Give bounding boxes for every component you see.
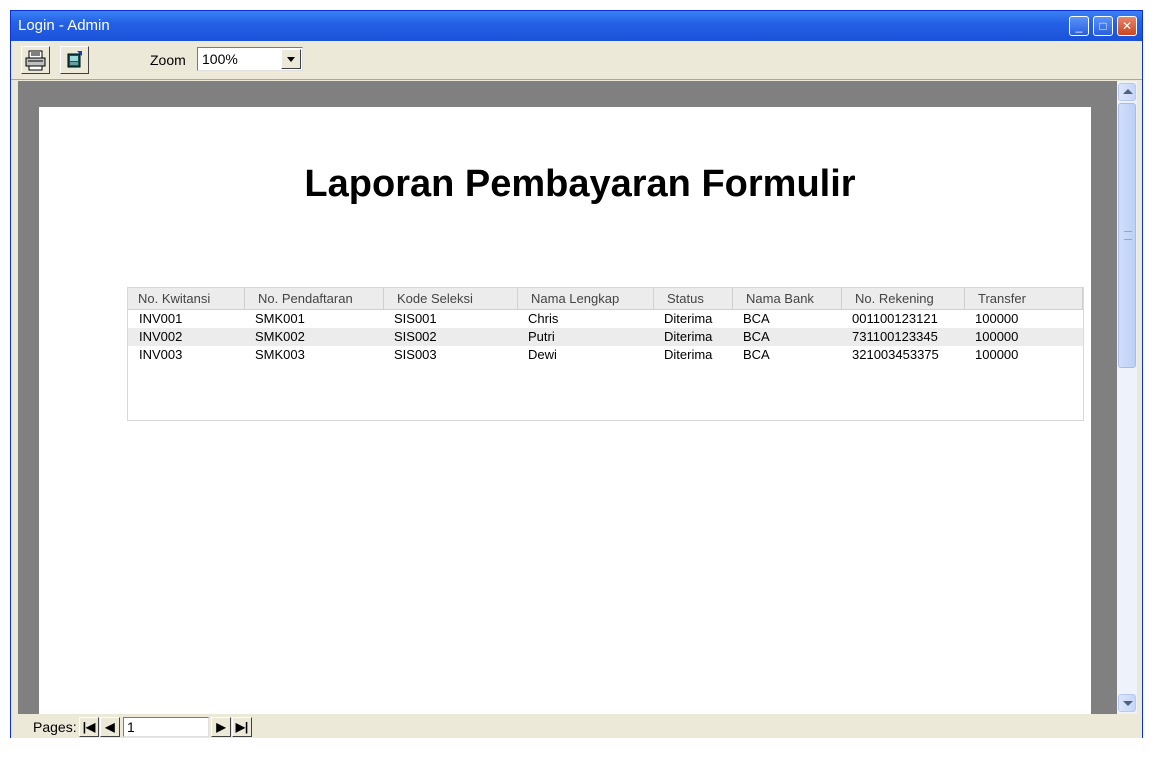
column-header: Transfer [965,288,1083,310]
table-cell: SIS002 [394,329,437,344]
table-header: No. Kwitansi No. Pendaftaran Kode Seleks… [128,288,1083,310]
export-button[interactable] [60,46,89,74]
column-header: No. Kwitansi [128,288,245,310]
table-cell: 321003453375 [852,347,939,362]
page-navigation-bar: Pages: |◀ ◀ 1 ▶ ▶| [11,714,1142,738]
vertical-scrollbar[interactable] [1117,81,1137,714]
zoom-select[interactable]: 100% [197,47,303,71]
table-cell: INV003 [139,347,183,362]
page-number-input[interactable]: 1 [123,717,209,737]
column-header: No. Pendaftaran [245,288,384,310]
table-cell: SIS003 [394,347,437,362]
close-button[interactable]: ✕ [1117,16,1137,36]
table-cell: BCA [743,311,770,326]
scroll-up-button[interactable] [1118,83,1136,101]
table-cell: INV002 [139,329,183,344]
table-cell: Chris [528,311,559,326]
report-viewer[interactable]: Laporan Pembayaran Formulir No. Kwitansi… [18,81,1117,727]
table-cell: 731100123345 [852,329,938,344]
table-cell: BCA [743,347,770,362]
print-button[interactable] [21,46,50,74]
export-icon [67,51,82,68]
report-title: Laporan Pembayaran Formulir [304,163,856,205]
column-header: Nama Bank [733,288,842,310]
first-page-button[interactable]: |◀ [79,717,99,737]
maximize-button[interactable]: □ [1093,16,1113,36]
report-page: Laporan Pembayaran Formulir No. Kwitansi… [39,107,1091,727]
previous-page-button[interactable]: ◀ [100,717,120,737]
zoom-label: Zoom [150,52,186,68]
next-page-button[interactable]: ▶ [211,717,231,737]
table-cell: Dewi [528,347,557,362]
table-cell: Diterima [664,329,713,344]
table-cell: 100000 [975,311,1019,326]
table-cell: 100000 [975,329,1019,344]
column-header: Kode Seleksi [384,288,518,310]
toolbar: Zoom 100% [11,41,1142,80]
main-window: Login - Admin _ □ ✕ Zoom 100% Laporan Pe… [10,10,1143,738]
table-cell: 001100123121 [852,311,938,326]
column-header: Nama Lengkap [518,288,654,310]
window-title: Login - Admin [18,17,110,34]
table-cell: SMK002 [255,329,305,344]
table-row: INV002 SMK002 SIS002 Putri Diterima BCA … [128,328,1083,346]
last-page-button[interactable]: ▶| [232,717,252,737]
table-cell: INV001 [139,311,183,326]
table-cell: Putri [528,329,555,344]
chevron-down-icon[interactable] [281,49,301,69]
table-cell: Diterima [664,347,713,362]
table-cell: Diterima [664,311,713,326]
pages-label: Pages: [33,719,77,735]
report-table: No. Kwitansi No. Pendaftaran Kode Seleks… [127,287,1084,421]
scroll-down-button[interactable] [1118,694,1136,712]
column-header: No. Rekening [842,288,965,310]
table-cell: BCA [743,329,770,344]
table-cell: 100000 [975,347,1019,362]
table-cell: SMK001 [255,311,305,326]
printer-icon [25,50,46,71]
title-bar[interactable]: Login - Admin _ □ ✕ [11,11,1142,41]
scroll-thumb[interactable] [1118,103,1136,368]
column-header: Status [654,288,733,310]
table-cell: SIS001 [394,311,437,326]
minimize-button[interactable]: _ [1069,16,1089,36]
table-row: INV003 SMK003 SIS003 Dewi Diterima BCA 3… [128,346,1083,364]
table-row: INV001 SMK001 SIS001 Chris Diterima BCA … [128,310,1083,328]
table-cell: SMK003 [255,347,305,362]
zoom-value: 100% [202,51,238,67]
